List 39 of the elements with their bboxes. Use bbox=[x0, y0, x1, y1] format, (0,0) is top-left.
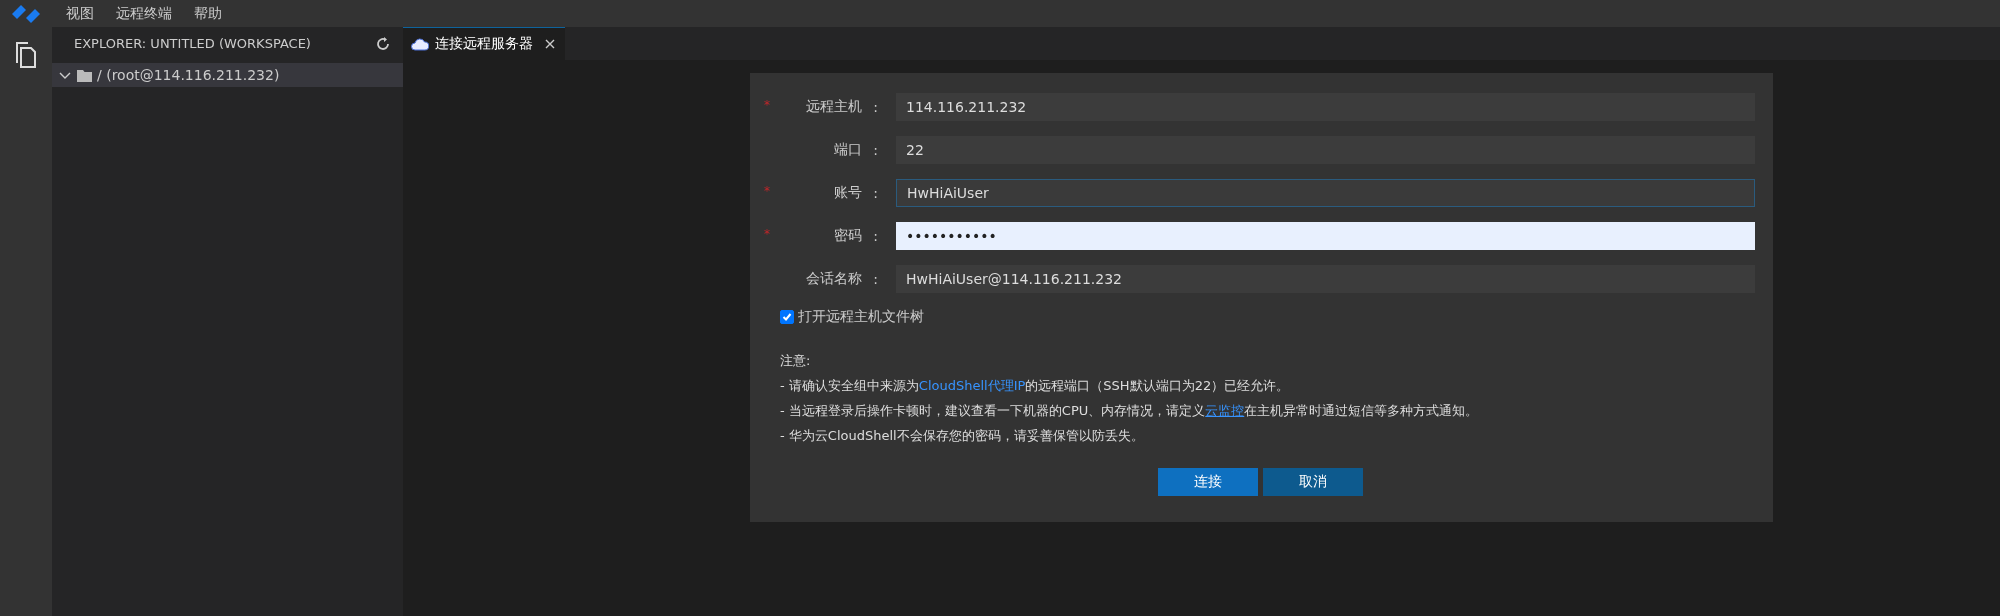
folder-icon bbox=[77, 68, 92, 82]
input-field[interactable]: 114.116.211.232 bbox=[896, 93, 1755, 121]
tree-item[interactable]: / (root@114.116.211.232) bbox=[52, 63, 403, 87]
field-label: 会话名称 bbox=[806, 270, 862, 288]
colon: : bbox=[872, 228, 879, 244]
close-icon[interactable] bbox=[545, 39, 555, 49]
checkbox-label[interactable]: 打开远程主机文件树 bbox=[798, 308, 924, 326]
note-text: - 华为云CloudShell不会保存您的密码，请妥善保管以防丢失。 bbox=[780, 427, 1145, 445]
input-field[interactable]: HwHiAiUser bbox=[896, 179, 1755, 207]
menu-item[interactable]: 远程终端 bbox=[116, 4, 172, 23]
explorer-title: EXPLORER: UNTITLED (WORKSPACE) bbox=[74, 36, 311, 51]
menu-item[interactable]: 帮助 bbox=[194, 4, 222, 23]
field-label: 密码 bbox=[834, 227, 862, 245]
checkbox[interactable] bbox=[780, 310, 794, 324]
required-mark: * bbox=[764, 98, 770, 112]
notes-title: 注意: bbox=[780, 352, 812, 370]
link[interactable]: 云监控 bbox=[1205, 403, 1245, 418]
field-label: 远程主机 bbox=[806, 98, 862, 116]
required-mark: * bbox=[764, 184, 770, 198]
colon: : bbox=[872, 99, 879, 115]
colon: : bbox=[872, 271, 879, 287]
note-text: - 当远程登录后操作卡顿时，建议查看一下机器的CPU、内存情况，请定义云监控在主机异常时通过短信等多种方式通知。 bbox=[780, 402, 1480, 420]
input-field[interactable]: HwHiAiUser@114.116.211.232 bbox=[896, 265, 1755, 293]
colon: : bbox=[872, 185, 879, 201]
note-text: - 请确认安全组中来源为CloudShell代理IP的远程端口（SSH默认端口为22）已经允许。 bbox=[780, 377, 1291, 395]
tree-label: / (root@114.116.211.232) bbox=[97, 67, 280, 83]
files-icon[interactable] bbox=[13, 41, 39, 69]
menu-item[interactable]: 视图 bbox=[66, 4, 94, 23]
connect-button[interactable]: 连接 bbox=[1158, 468, 1258, 496]
input-field[interactable]: ••••••••••• bbox=[896, 222, 1755, 250]
field-label: 端口 bbox=[834, 141, 862, 159]
required-mark: * bbox=[764, 227, 770, 241]
editor-tab[interactable]: 连接远程服务器 bbox=[403, 27, 565, 60]
colon: : bbox=[872, 142, 879, 158]
cloud-icon bbox=[411, 37, 429, 51]
input-field[interactable]: 22 bbox=[896, 136, 1755, 164]
refresh-icon[interactable] bbox=[375, 35, 391, 52]
field-label: 账号 bbox=[834, 184, 862, 202]
cancel-button[interactable]: 取消 bbox=[1263, 468, 1363, 496]
